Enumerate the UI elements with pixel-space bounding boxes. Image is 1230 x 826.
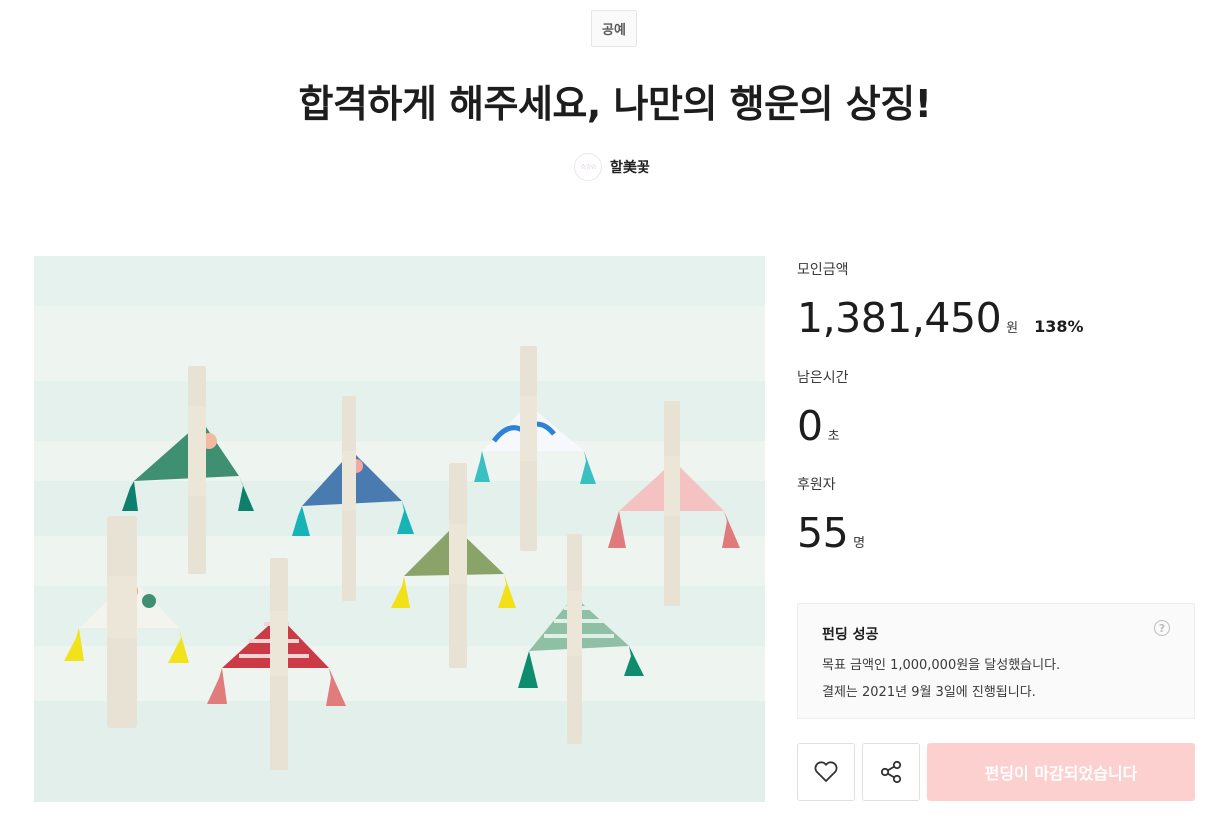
payment-date-text: 결제는 2021년 9월 3일에 진행됩니다.	[822, 685, 1036, 700]
help-icon[interactable]: ?	[1154, 620, 1170, 636]
time-left-unit: 초	[827, 429, 840, 444]
backers-value: 55	[797, 509, 849, 557]
heart-icon	[814, 761, 838, 782]
backers-unit: 명	[853, 536, 866, 551]
like-button[interactable]	[797, 743, 855, 801]
backers-label: 후원자	[797, 477, 836, 493]
project-hero-image	[34, 256, 765, 802]
backers: 55 명	[797, 509, 865, 557]
category-tag[interactable]: 공예	[591, 10, 637, 47]
creator-name: 할美꽃	[610, 160, 650, 176]
funding-closed-button[interactable]: 펀딩이 마감되었습니다	[927, 743, 1195, 801]
time-left-value: 0	[797, 402, 823, 450]
project-title: 합격하게 해주세요, 나만의 행운의 상징!	[298, 82, 932, 126]
funding-status-title: 펀딩 성공	[822, 627, 879, 643]
achievement-rate: 138%	[1034, 317, 1084, 336]
funding-status-box: 펀딩 성공 ? 목표 금액인 1,000,000원을 달성했습니다. 결제는 2…	[797, 603, 1195, 719]
share-icon	[880, 760, 902, 784]
time-left: 0 초	[797, 402, 840, 450]
goal-achieved-text: 목표 금액인 1,000,000원을 달성했습니다.	[822, 658, 1061, 673]
raised-amount-label: 모인금액	[797, 262, 849, 278]
raised-amount-value: 1,381,450	[797, 294, 1002, 342]
share-button[interactable]	[862, 743, 920, 801]
hero-illustration	[34, 256, 765, 802]
time-left-label: 남은시간	[797, 370, 849, 386]
creator-avatar: ☆☆☆	[574, 153, 602, 181]
raised-amount-unit: 원	[1006, 321, 1019, 336]
raised-amount: 1,381,450 원 138%	[797, 294, 1084, 342]
creator-link[interactable]: ☆☆☆ 할美꽃	[574, 153, 650, 181]
